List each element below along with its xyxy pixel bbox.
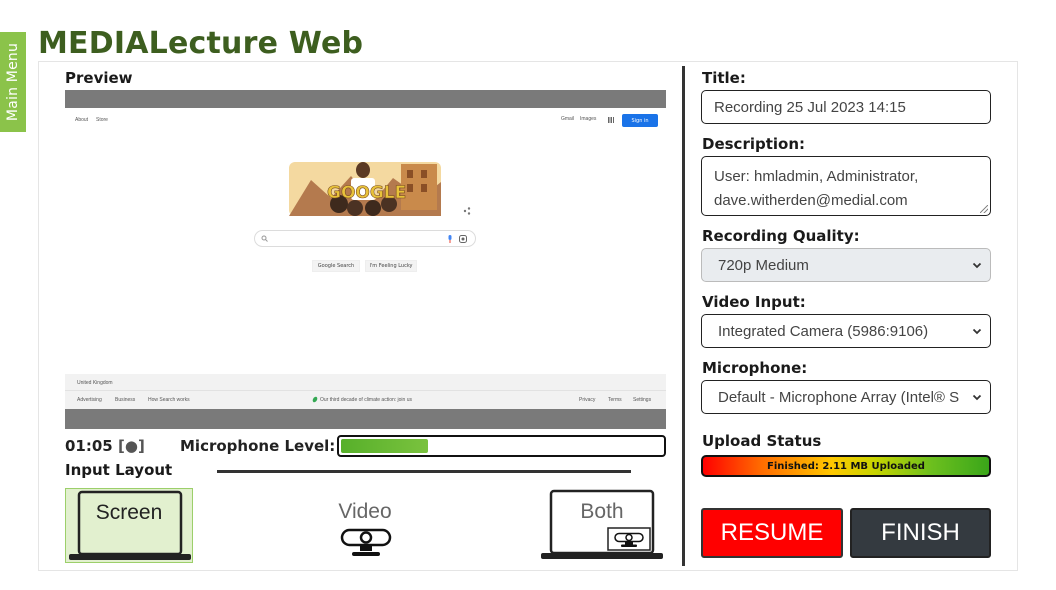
input-layout-label: Input Layout [65,461,173,479]
recording-timer: 01:05 [65,437,113,455]
microphone-label: Microphone: [702,359,808,377]
upload-progress-bar: Finished: 2.11 MB Uploaded [701,455,991,477]
upload-status-text: Finished: 2.11 MB Uploaded [767,460,925,472]
chevron-down-icon [972,262,982,269]
video-input-label: Video Input: [702,293,806,311]
voice-search-icon [448,235,452,243]
search-icon [261,235,268,242]
upload-status-label: Upload Status [702,432,822,450]
chevron-down-icon [972,394,982,401]
share-icon [463,207,471,215]
webcam-icon [340,528,392,556]
chevron-down-icon [972,328,982,335]
video-input-select-value: Integrated Camera (5986:9106) [718,322,929,340]
microphone-select[interactable]: Default - Microphone Array (Intel® S [701,380,991,414]
resize-handle[interactable] [980,205,988,213]
mic-level-fill [341,439,428,453]
shot-footer-business: Business [115,397,136,403]
resume-button[interactable]: RESUME [701,508,843,558]
preview-screenshot: About Store Gmail Images Sign in GOOGLE … [65,108,666,409]
shot-nav-about: About [75,117,89,123]
record-indicator: [●] [118,437,145,455]
preview-frame: About Store Gmail Images Sign in GOOGLE … [65,90,666,429]
shot-footer-advertising: Advertising [77,397,102,403]
shot-footer-links: Advertising Business How Search works Ou… [65,391,666,409]
shot-nav-images: Images [580,116,597,122]
layout-option-both[interactable]: Both [538,488,666,563]
shot-footer-climate: Our third decade of climate action: join… [320,397,412,403]
shot-footer-country-bar: United Kingdom [65,374,666,391]
main-menu-tab[interactable]: Main Menu [0,32,26,132]
shot-nav-gmail: Gmail [561,116,575,122]
shot-search-bar [254,230,476,247]
layout-option-video-label: Video [338,500,392,523]
title-label: Title: [702,69,746,87]
title-input[interactable]: Recording 25 Jul 2023 14:15 [701,90,991,124]
shot-feeling-lucky-button: I'm Feeling Lucky [365,260,417,272]
shot-footer-how-search: How Search works [148,397,190,403]
description-textarea-value: User: hmladmin, Administrator, dave.with… [714,168,919,209]
layout-option-screen[interactable]: Screen [65,488,193,563]
shot-country: United Kingdom [77,380,113,386]
shot-footer-settings: Settings [633,397,652,403]
mic-level-meter [337,435,666,457]
quality-label: Recording Quality: [702,227,860,245]
quality-select-value: 720p Medium [718,256,809,274]
layout-option-screen-label: Screen [95,501,163,524]
video-input-select[interactable]: Integrated Camera (5986:9106) [701,314,991,348]
svg-text:GOOGLE: GOOGLE [327,183,406,203]
shot-footer-privacy: Privacy [579,397,596,403]
shot-nav-store: Store [96,117,108,123]
layout-option-both-label: Both [580,500,624,523]
leaf-icon [312,396,318,403]
description-textarea[interactable]: User: hmladmin, Administrator, dave.with… [701,156,991,216]
shot-google-search-button: Google Search [312,260,360,272]
microphone-select-value: Default - Microphone Array (Intel® S [718,388,960,406]
finish-button[interactable]: FINISH [850,508,991,558]
quality-select: 720p Medium [701,248,991,282]
description-label: Description: [702,135,806,153]
mic-level-label: Microphone Level: [180,437,336,455]
shot-signin-button: Sign in [622,114,658,127]
panel-divider [682,66,685,566]
input-layout-rule [217,470,631,473]
app-title: MEDIALecture Web [38,26,364,61]
shot-footer-terms: Terms [608,397,622,403]
preview-label: Preview [65,69,133,87]
layout-option-video[interactable]: Video [322,488,408,563]
webcam-icon [614,532,644,547]
lens-icon [459,235,467,243]
doodle-image: GOOGLE [289,162,441,216]
title-input-value: Recording 25 Jul 2023 14:15 [714,98,906,116]
main-menu-label: Main Menu [5,42,21,122]
apps-grid-icon [608,117,614,123]
